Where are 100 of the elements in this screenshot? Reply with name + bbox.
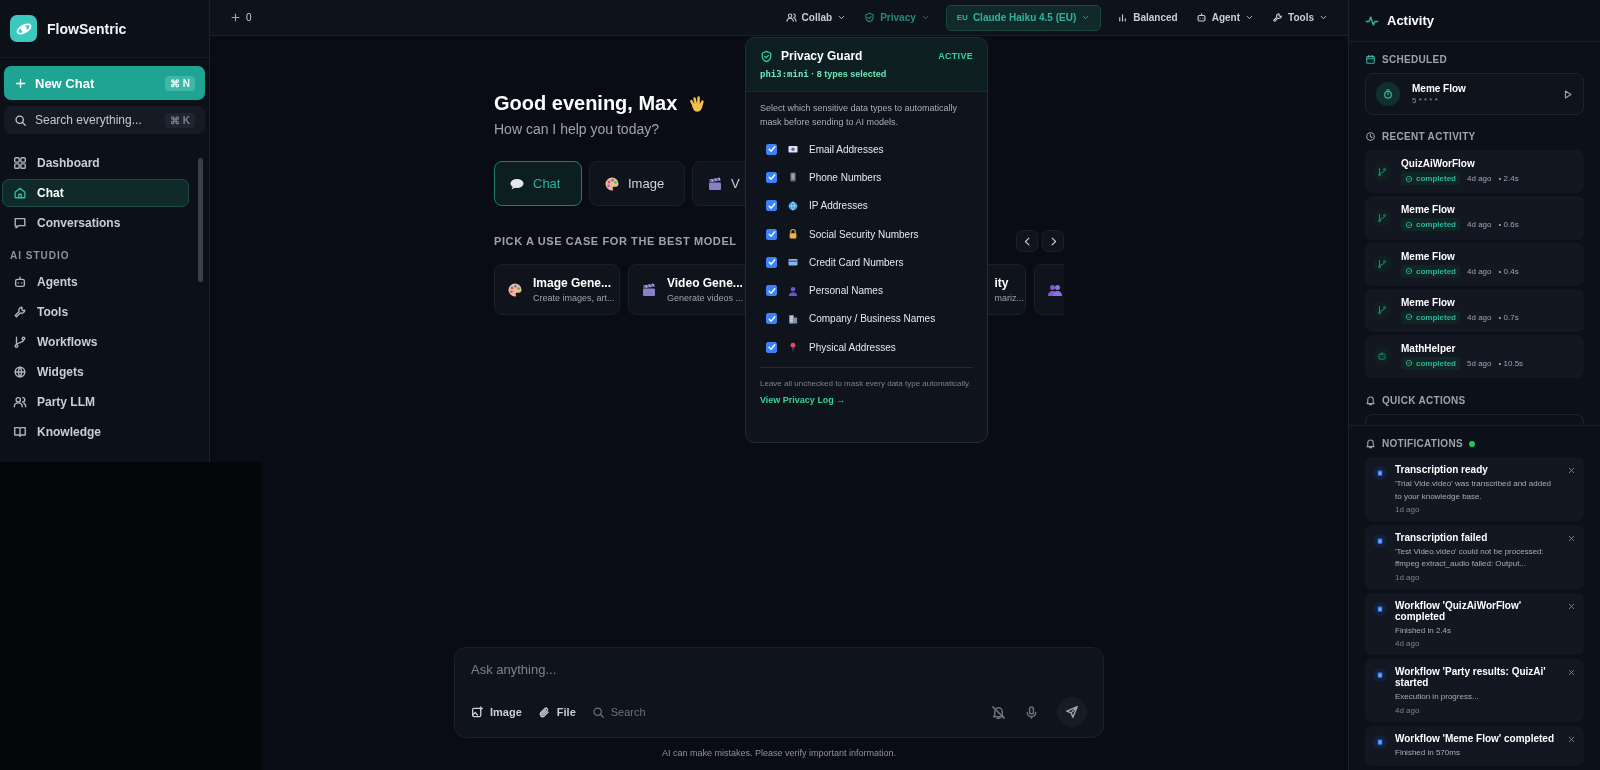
item-title: Meme Flow (1401, 296, 1456, 308)
grid-icon (13, 156, 27, 170)
composer-tool-button[interactable]: File (537, 705, 576, 719)
notification-card[interactable]: Transcription ready 'Trial Vide.video' was transcribed and added to your knowledge base. 1d ago (1365, 457, 1584, 522)
section-heading: RECENT ACTIVITY (1382, 131, 1476, 143)
palette-icon (604, 175, 620, 192)
notification-title: Transcription ready (1395, 464, 1489, 476)
shortcut-hint: ⌘ N (165, 75, 195, 91)
activity-item[interactable]: QuizAiWorFlow completed 4d ago • 2.4s (1365, 150, 1584, 194)
microphone-button[interactable] (1024, 704, 1039, 720)
next-button[interactable] (1042, 230, 1064, 252)
toolbar-menu[interactable]: Agent (1193, 4, 1257, 31)
close-button[interactable] (1567, 668, 1576, 678)
activity-item[interactable]: Meme Flow completed 4d ago • 0.4s (1365, 242, 1584, 286)
card-title: ity (994, 276, 1010, 290)
checkbox[interactable] (766, 143, 777, 155)
duration: • 0.4s (1498, 266, 1519, 276)
nav-item[interactable]: Chat (2, 179, 189, 207)
toolbar-menu[interactable]: Privacy (862, 4, 932, 31)
notification-card[interactable]: Workflow 'QuizAiWorFlow' completed Finished in 2.4s 4d ago (1365, 592, 1584, 656)
checkmark-icon (766, 285, 777, 296)
time-ago: 5d ago (1467, 358, 1492, 368)
close-button[interactable] (1567, 601, 1576, 611)
checkbox[interactable] (766, 228, 777, 240)
item-title: MathHelper (1401, 342, 1457, 354)
play-button[interactable] (1562, 88, 1573, 100)
branch-icon (1373, 301, 1391, 320)
nav-item[interactable]: Knowledge (2, 418, 189, 446)
toolbar-menu[interactable]: Collab (783, 4, 849, 31)
bell-off-icon (991, 704, 1006, 720)
home-icon (13, 186, 27, 200)
send-icon (1065, 705, 1079, 719)
use-case-card[interactable]: Image Gene... Create images, art... (494, 264, 620, 315)
nav-item[interactable]: Dashboard (2, 149, 189, 177)
model-selector[interactable]: EU Claude Haiku 4.5 (EU) (945, 4, 1102, 31)
close-icon (1567, 466, 1576, 476)
send-button[interactable] (1057, 697, 1087, 727)
checkbox[interactable] (766, 313, 777, 325)
status-badge: completed (1401, 264, 1460, 278)
nav-item[interactable]: Agents (2, 268, 189, 296)
checkbox[interactable] (766, 285, 777, 297)
subtitle: How can I help you today? (494, 121, 659, 137)
branch-icon (1373, 208, 1391, 227)
info-icon (1373, 668, 1387, 683)
notification-card[interactable]: Workflow 'Party results: QuizAi' started Execution in progress... 4d ago (1365, 659, 1584, 722)
nav-item[interactable]: Conversations (2, 209, 189, 237)
mode-tab[interactable]: Image (589, 161, 685, 206)
scrollbar[interactable] (198, 158, 203, 282)
checkbox-label: Email Addresses (809, 143, 884, 155)
notification-card[interactable]: Workflow 'Meme Flow' completed Finished in 570ms (1365, 725, 1584, 766)
previous-button[interactable] (1016, 230, 1038, 252)
duration: • 0.7s (1498, 312, 1519, 322)
close-button[interactable] (1567, 534, 1576, 544)
mode-tab[interactable]: Chat (494, 161, 582, 206)
scheduled-item[interactable]: Meme Flow 5 * * * * (1365, 73, 1584, 116)
pulse-icon (1365, 13, 1379, 28)
clapperboard-icon (707, 175, 723, 192)
time-ago: 4d ago (1467, 220, 1492, 230)
checkbox-label: Personal Names (809, 285, 883, 297)
toolbar-menu[interactable]: Tools (1270, 4, 1330, 31)
item-title: Meme Flow (1401, 250, 1456, 262)
search-icon (591, 705, 605, 719)
section-heading: AI STUDIO (9, 249, 71, 263)
nav-item[interactable]: Tools (2, 298, 189, 326)
search-field[interactable]: Search everything... ⌘ K (4, 106, 205, 134)
nav-item[interactable]: Widgets (2, 358, 189, 386)
checkbox[interactable] (766, 171, 777, 183)
activity-item[interactable]: Meme Flow completed 4d ago • 0.7s (1365, 288, 1584, 332)
nav-item[interactable]: Party LLM (2, 388, 189, 416)
activity-item[interactable]: MathHelper completed 5d ago • 10.5s (1365, 334, 1584, 378)
notifications-off-button[interactable] (991, 704, 1006, 720)
notification-message: Finished in 570ms (1395, 746, 1461, 759)
panel-title: Activity (1387, 13, 1434, 29)
clock-icon (1365, 131, 1376, 143)
status-badge: completed (1401, 310, 1460, 324)
section-heading: QUICK ACTIONS (1382, 394, 1466, 406)
disclaimer-text: AI can make mistakes. Please verify important information. (661, 748, 897, 758)
check-circle-icon (1405, 267, 1413, 276)
notification-card[interactable]: Transcription failed 'Test Video.video' could not be processed: ffmpeg extract_audio failed: Output... 1d ago (1365, 525, 1584, 589)
duration: • 10.5s (1498, 358, 1524, 368)
privacy-log-link[interactable]: View Privacy Log → (760, 395, 846, 406)
close-button[interactable] (1567, 466, 1576, 476)
globe-icon (13, 365, 27, 379)
clapperboard-icon (641, 281, 657, 298)
activity-item[interactable]: Meme Flow completed 4d ago • 0.6s (1365, 196, 1584, 240)
bell-icon (1365, 438, 1376, 450)
bell-icon (1365, 394, 1376, 406)
composer-tool-button[interactable]: Image (471, 705, 522, 719)
nav-item[interactable]: Workflows (2, 328, 189, 356)
notification-title: Workflow 'QuizAiWorFlow' completed (1395, 599, 1523, 622)
checkbox[interactable] (766, 341, 777, 353)
close-button[interactable] (1567, 734, 1576, 744)
model-summary: phi3:mini · 8 types selected (760, 69, 888, 79)
logo-icon (10, 15, 37, 42)
description-text: Select which sensitive data types to automatically mask before sending to AI models. (760, 102, 959, 129)
notification-message: 'Test Video.video' could not be processed: ffmpeg extract_audio failed: Output... (1395, 546, 1545, 571)
plus-icon (14, 76, 27, 90)
toolbar-menu[interactable]: Balanced (1115, 4, 1180, 31)
checkbox[interactable] (766, 256, 777, 268)
checkbox[interactable] (766, 200, 777, 212)
